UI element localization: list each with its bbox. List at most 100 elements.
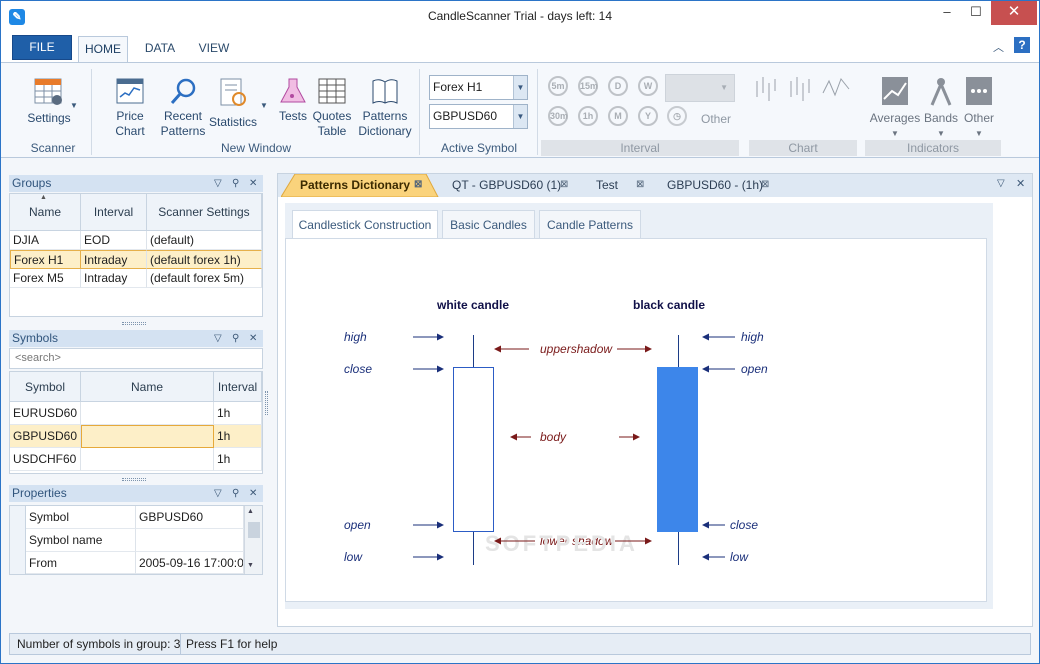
property-name: Symbol (26, 506, 136, 529)
table-cell[interactable]: 1h (214, 448, 262, 471)
collapse-ribbon-icon[interactable]: ︿ (993, 39, 1004, 55)
help-icon[interactable]: ? (1014, 37, 1030, 53)
table-cell[interactable]: Intraday (81, 269, 147, 288)
table-cell[interactable]: 1h (214, 402, 262, 425)
properties-panel-title: Properties (12, 486, 67, 500)
property-gutter (10, 506, 26, 574)
panel-dropdown-icon[interactable]: ▽ (214, 175, 222, 192)
property-value[interactable]: GBPUSD60 (136, 506, 244, 529)
symbol-combo-value: GBPUSD60 (433, 109, 498, 123)
table-cell[interactable]: EOD (81, 231, 147, 250)
interval-combo[interactable]: ▼ (665, 74, 735, 102)
table-row[interactable]: DJIA (10, 231, 81, 250)
quotes-table-button[interactable]: Quotes Table (310, 77, 354, 139)
interval-1h-button[interactable]: 1h (578, 106, 598, 126)
vertical-splitter[interactable] (265, 391, 268, 415)
close-tab-icon[interactable]: ⊠ (636, 174, 644, 196)
group-combo[interactable]: Forex H1 ▼ (429, 75, 528, 100)
table-cell[interactable] (81, 402, 214, 425)
indicators-other-button[interactable]: Other ▼ (961, 75, 997, 141)
maximize-button[interactable]: ☐ (962, 1, 990, 25)
panel-splitter[interactable] (122, 478, 146, 481)
symbol-combo[interactable]: GBPUSD60 ▼ (429, 104, 528, 129)
property-value[interactable] (136, 529, 244, 552)
tab-candlestick-construction[interactable]: Candlestick Construction (292, 210, 438, 239)
tests-button[interactable]: Tests (276, 77, 310, 124)
chart-type-icons[interactable] (751, 73, 855, 105)
interval-d-button[interactable]: D (608, 76, 628, 96)
column-header-symbol[interactable]: Symbol (10, 372, 81, 402)
table-cell[interactable]: Intraday (81, 250, 147, 269)
close-tab-icon[interactable]: ⊠ (761, 174, 769, 196)
column-header-name[interactable]: Name (81, 372, 214, 402)
interval-other-label[interactable]: Other (701, 112, 731, 126)
interval-15m-button[interactable]: 15m (578, 76, 598, 96)
panel-dropdown-icon[interactable]: ▽ (214, 485, 222, 502)
bands-button[interactable]: Bands ▼ (921, 75, 961, 141)
table-cell[interactable]: 1h (214, 425, 262, 448)
table-cell[interactable]: (default forex 1h) (147, 250, 262, 269)
pin-icon[interactable]: ⚲ (232, 175, 239, 192)
interval-y-button[interactable]: Y (638, 106, 658, 126)
properties-scrollbar[interactable]: ▲ ▼ (244, 506, 262, 574)
close-button[interactable]: ✕ (991, 1, 1037, 25)
property-value[interactable]: 2005-09-16 17:00:00 (136, 552, 244, 574)
settings-label: Settings (27, 111, 71, 125)
scroll-thumb[interactable] (248, 522, 260, 538)
tab-home[interactable]: HOME (78, 36, 128, 63)
panel-close-icon[interactable]: ✕ (249, 330, 257, 347)
statistics-dropdown-icon[interactable]: ▼ (260, 101, 268, 110)
table-row[interactable]: USDCHF60 (10, 448, 81, 471)
chevron-down-icon[interactable]: ▼ (513, 105, 527, 128)
panel-close-icon[interactable]: ✕ (249, 175, 257, 192)
panel-close-icon[interactable]: ✕ (249, 485, 257, 502)
settings-dropdown-icon[interactable]: ▼ (70, 101, 78, 110)
bands-label: Bands (923, 111, 959, 125)
column-header-interval[interactable]: Interval (81, 194, 147, 231)
interval-w-button[interactable]: W (638, 76, 658, 96)
close-document-icon[interactable]: ✕ (1016, 177, 1025, 190)
price-chart-button[interactable]: Price Chart (101, 77, 159, 139)
column-header-interval[interactable]: Interval (214, 372, 262, 402)
tab-view[interactable]: VIEW (193, 36, 235, 63)
pin-icon[interactable]: ⚲ (232, 330, 239, 347)
table-row[interactable]: Forex M5 (10, 269, 81, 288)
groups-panel-title: Groups (12, 176, 52, 190)
doc-tab-patterns-dictionary[interactable]: Patterns Dictionary ⊠ (286, 174, 436, 196)
panel-dropdown-icon[interactable]: ▽ (214, 330, 222, 347)
chart-group-label: Chart (749, 140, 857, 156)
tab-data[interactable]: DATA (138, 36, 182, 63)
close-tab-icon[interactable]: ⊠ (560, 174, 568, 196)
table-cell[interactable]: (default) (147, 231, 262, 250)
recent-patterns-button[interactable]: Recent Patterns (159, 77, 207, 139)
table-row-selected[interactable]: GBPUSD60 (10, 425, 81, 448)
clock-icon[interactable]: ◷ (667, 106, 687, 126)
symbol-search-input[interactable]: <search> (9, 348, 263, 369)
tab-candle-patterns[interactable]: Candle Patterns (539, 210, 641, 238)
pin-icon[interactable]: ⚲ (232, 485, 239, 502)
statistics-button[interactable]: Statistics (207, 77, 259, 130)
file-tab[interactable]: FILE (12, 35, 72, 60)
interval-5m-button[interactable]: 5m (548, 76, 568, 96)
table-row-selected[interactable]: Forex H1 (10, 250, 81, 269)
column-header-scanner-settings[interactable]: Scanner Settings (147, 194, 262, 231)
scroll-down-icon[interactable]: ▼ (247, 562, 254, 569)
patterns-dictionary-button[interactable]: Patterns Dictionary (356, 77, 414, 139)
interval-30m-button[interactable]: 30m (548, 106, 568, 126)
table-cell[interactable]: (default forex 5m) (147, 269, 262, 288)
close-tab-icon[interactable]: ⊠ (414, 174, 422, 196)
tab-basic-candles[interactable]: Basic Candles (442, 210, 535, 238)
doc-tab-chart[interactable]: GBPUSD60 - (1h) ⊠ (653, 174, 783, 196)
doc-tab-test[interactable]: Test ⊠ (582, 174, 652, 196)
tab-list-dropdown-icon[interactable]: ▽ (997, 178, 1005, 189)
minimize-button[interactable]: – (933, 1, 961, 25)
scroll-up-icon[interactable]: ▲ (247, 508, 254, 515)
doc-tab-quotes[interactable]: QT - GBPUSD60 (1) ⊠ (438, 174, 578, 196)
table-cell[interactable] (81, 448, 214, 471)
interval-m-button[interactable]: M (608, 106, 628, 126)
chevron-down-icon[interactable]: ▼ (513, 76, 527, 99)
panel-splitter[interactable] (122, 322, 146, 325)
table-cell[interactable] (81, 425, 214, 448)
averages-button[interactable]: Averages ▼ (869, 75, 921, 141)
table-row[interactable]: EURUSD60 (10, 402, 81, 425)
